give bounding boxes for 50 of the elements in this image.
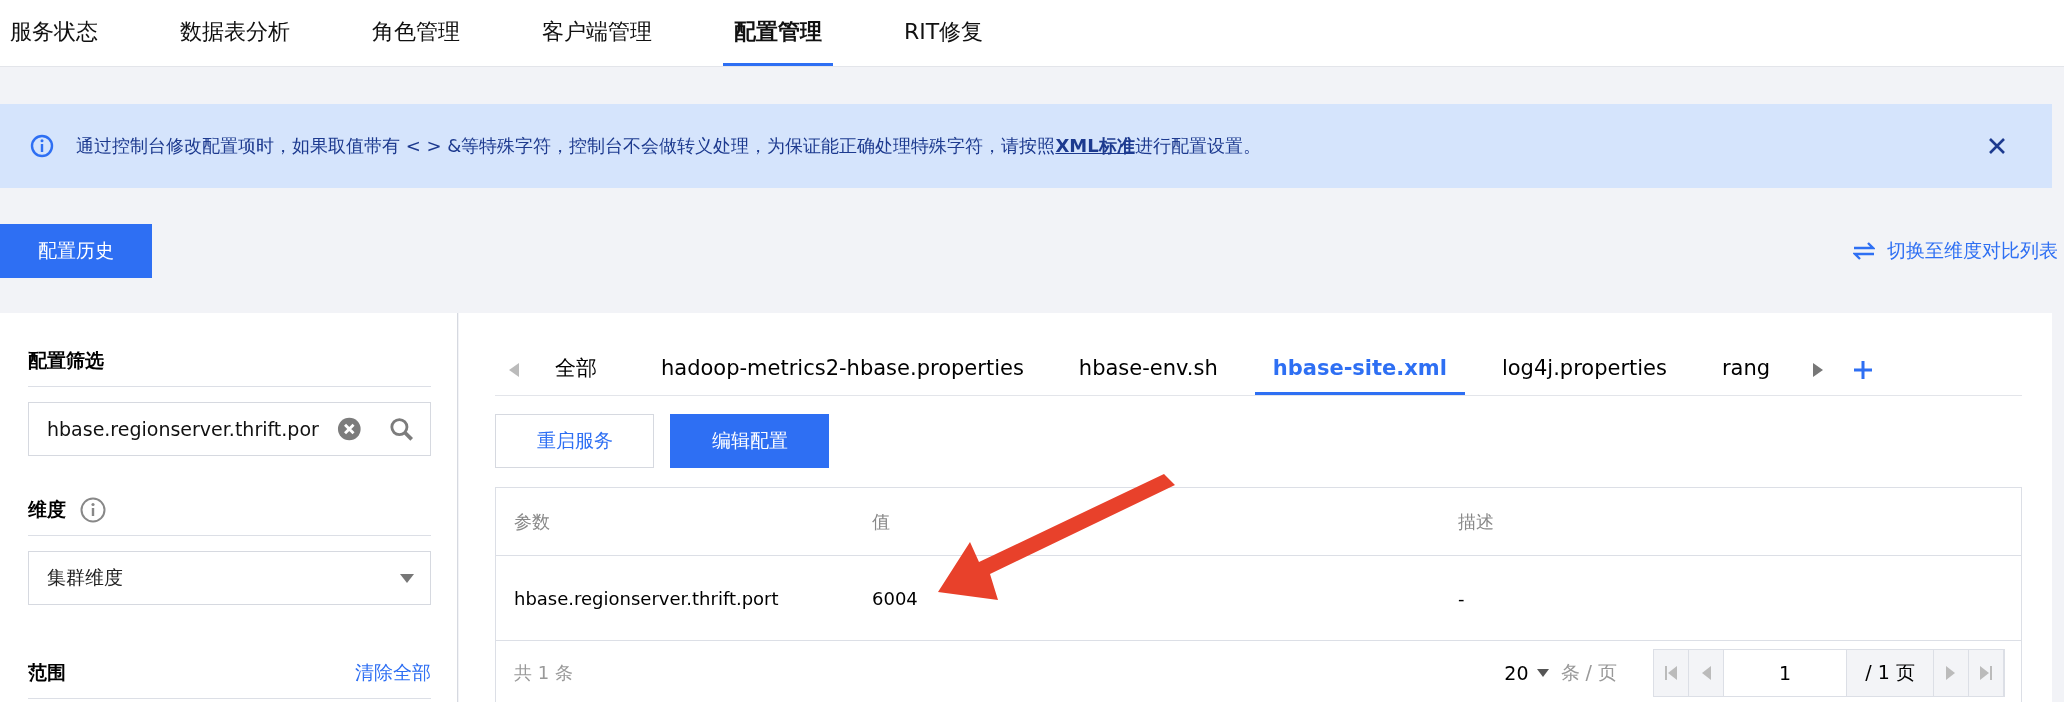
switch-view-link[interactable]: 切换至维度对比列表 [1853, 238, 2058, 264]
scroll-right-icon[interactable] [1813, 363, 1824, 377]
page-total: / 1 页 [1864, 660, 1916, 685]
xml-standard-link[interactable]: XML标准 [1055, 135, 1135, 156]
next-page-icon [1946, 666, 1956, 680]
file-tab[interactable]: rang [1704, 345, 1789, 395]
file-tab[interactable]: hbase-env.sh [1060, 345, 1236, 395]
prev-page-icon [1701, 666, 1711, 680]
file-tab[interactable]: hadoop-metrics2-hbase.properties [643, 345, 1042, 395]
file-tab[interactable]: hbase-site.xml [1254, 345, 1465, 395]
section-title: 维度 [28, 497, 66, 522]
swap-icon [1853, 242, 1875, 260]
table-cell-text: hbase.regionserver.thrift.port [513, 587, 780, 609]
info-icon [30, 134, 54, 158]
nav-tab[interactable]: 角色管理 [361, 0, 471, 66]
file-tab[interactable]: 全部 [537, 345, 615, 395]
notice-text: 通过控制台修改配置项时，如果取值带有 < > &等特殊字符，控制台不会做转义处理，为保证能正确处理特殊字符，请按照XML标准进行配置设置。 [76, 134, 1262, 158]
page-size-unit: 条 / 页 [1560, 660, 1617, 685]
add-icon[interactable] [1853, 360, 1874, 380]
column-header: 值 [871, 509, 891, 534]
nav-tab[interactable]: RIT修复 [893, 0, 995, 66]
nav-tab[interactable]: 服务状态 [0, 0, 109, 66]
info-icon[interactable] [80, 497, 106, 523]
edit-config-button[interactable]: 编辑配置 [670, 414, 829, 468]
first-page-icon [1665, 666, 1677, 680]
table-cell-text: - [1457, 587, 1466, 609]
scroll-left-icon[interactable] [509, 363, 519, 377]
nav-tab[interactable]: 数据表分析 [169, 0, 301, 66]
search-icon[interactable] [389, 416, 414, 442]
last-page-icon [1980, 666, 1992, 680]
search-field[interactable]: hbase.regionserver.thrift.por [28, 402, 431, 456]
config-history-button[interactable]: 配置历史 [0, 224, 152, 278]
caret-icon [1536, 669, 1549, 677]
total-count: 共 1 条 [514, 661, 574, 685]
close-icon[interactable] [1988, 137, 2006, 155]
table-cell-text: 6004 [871, 587, 919, 609]
restart-service-button[interactable]: 重启服务 [495, 414, 654, 468]
column-header: 描述 [1457, 509, 1495, 534]
section-title: 范围 [28, 660, 66, 685]
column-header: 参数 [513, 509, 551, 534]
caret-icon [400, 573, 414, 583]
nav-tab[interactable]: 配置管理 [723, 0, 833, 66]
page-size-select[interactable]: 20 [1504, 662, 1549, 684]
page-input[interactable]: 1 [1724, 650, 1847, 696]
clear-all-link[interactable]: 清除全部 [355, 660, 431, 686]
section-title: 配置筛选 [28, 348, 104, 373]
clear-icon[interactable] [336, 416, 362, 442]
nav-tab[interactable]: 客户端管理 [531, 0, 663, 66]
dimension-select[interactable]: 集群维度 [28, 551, 431, 605]
file-tab[interactable]: log4j.properties [1483, 345, 1685, 395]
